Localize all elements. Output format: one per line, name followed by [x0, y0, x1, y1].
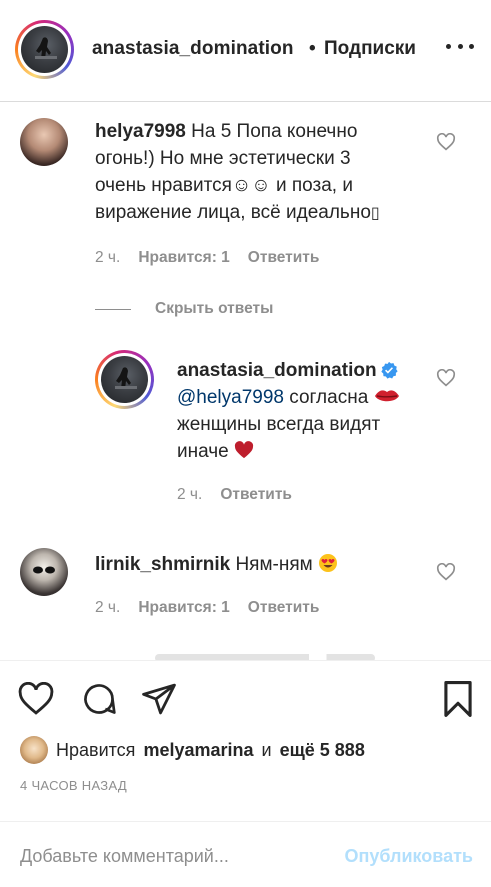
- follow-status-button[interactable]: Подписки: [324, 38, 416, 60]
- reply-line-4: иначе: [177, 438, 254, 465]
- like-heart-icon[interactable]: [18, 682, 54, 716]
- figure-silhouette-icon: [115, 367, 137, 389]
- author-username[interactable]: anastasia_domination: [92, 38, 294, 60]
- reply-meta: 2 ч. Ответить: [177, 486, 292, 504]
- like-comment-heart-icon[interactable]: [436, 133, 456, 151]
- liked-by-prefix: Нравится: [56, 739, 136, 760]
- save-bookmark-icon[interactable]: [440, 680, 476, 718]
- comment-line-1: helya7998 На 5 Попа конечно: [95, 118, 357, 145]
- comment-line-1: lirnik_shmirnik Ням-ням: [95, 551, 338, 578]
- liked-by-others[interactable]: ещё 5 888: [280, 740, 365, 761]
- author-avatar[interactable]: [15, 20, 74, 79]
- commenter-username[interactable]: helya7998: [95, 121, 186, 142]
- commenter-username[interactable]: lirnik_shmirnik: [95, 554, 230, 575]
- comment-likes[interactable]: Нравится: 1: [138, 599, 229, 617]
- comment-line-3: очень нравится☺☺ и поза, и: [95, 175, 353, 196]
- reply-text: согласна: [289, 387, 369, 408]
- share-send-icon[interactable]: [140, 682, 178, 716]
- reply-button[interactable]: Ответить: [248, 249, 320, 267]
- commenter-avatar[interactable]: [20, 118, 68, 166]
- comment-time: 2 ч.: [95, 599, 121, 616]
- reply-line-2: @helya7998 согласна: [177, 384, 400, 411]
- liked-by-user[interactable]: melyamarina: [143, 740, 253, 761]
- comment-line-2: огонь!) Но мне эстетически 3: [95, 148, 351, 169]
- hide-replies-toggle[interactable]: Скрыть ответы: [95, 300, 273, 318]
- like-comment-heart-icon[interactable]: [436, 563, 456, 581]
- author-photo: [21, 26, 68, 73]
- comment-line-4-text: виражение лица, всё идеально: [95, 202, 371, 223]
- post-header: anastasia_domination • Подписки: [0, 0, 491, 102]
- liked-by-conj: и: [261, 739, 272, 760]
- comment-meta: 2 ч. Нравится: 1 Ответить: [95, 599, 319, 617]
- publish-button[interactable]: Опубликовать: [344, 846, 473, 867]
- comment-input-area: Добавьте комментарий... Опубликовать: [0, 821, 491, 887]
- reply-username[interactable]: anastasia_domination: [177, 360, 377, 381]
- liked-by-summary[interactable]: Нравится melyamarina и ещё 5 888: [20, 736, 365, 764]
- more-options-icon[interactable]: [446, 44, 474, 54]
- figure-silhouette-icon: [35, 37, 57, 59]
- heart-eyes-emoji-icon: [318, 554, 337, 572]
- cut-off-view-replies: [155, 640, 375, 660]
- comment-line-4: виражение лица, всё идеально▯: [95, 199, 380, 227]
- header-separator: •: [309, 38, 316, 59]
- reply-line-4-text: иначе: [177, 441, 229, 462]
- comment-time: 2 ч.: [95, 249, 121, 266]
- like-reply-heart-icon[interactable]: [436, 369, 456, 387]
- lips-icon: [374, 390, 399, 402]
- verified-badge-icon: [380, 361, 398, 379]
- comment-bubble-icon[interactable]: [80, 681, 118, 717]
- divider-line: [95, 308, 131, 310]
- comment-likes[interactable]: Нравится: 1: [138, 249, 229, 267]
- liked-by-avatar: [20, 736, 48, 764]
- reply-author-avatar[interactable]: [95, 350, 154, 409]
- comment-meta: 2 ч. Нравится: 1 Ответить: [95, 249, 319, 267]
- reply-line-1: anastasia_domination: [177, 357, 398, 384]
- hide-replies-label: Скрыть ответы: [155, 300, 274, 317]
- sunglasses-icon: [33, 566, 55, 574]
- mention-link[interactable]: @helya7998: [177, 387, 284, 408]
- missing-glyph: ▯: [370, 205, 380, 222]
- reply-button[interactable]: Ответить: [248, 599, 320, 617]
- comment-text: Ням-ням: [235, 554, 313, 575]
- reply-reply-button[interactable]: Ответить: [220, 486, 292, 504]
- reply-time: 2 ч.: [177, 486, 203, 503]
- reply-line-3: женщины всегда видят: [177, 414, 381, 435]
- post-time-ago: 4 ЧАСОВ НАЗАД: [20, 778, 127, 793]
- reply-author-photo: [101, 356, 148, 403]
- comment-text: На 5 Попа конечно: [191, 121, 358, 142]
- comment-input[interactable]: Добавьте комментарий...: [20, 846, 229, 867]
- red-heart-icon: [234, 441, 254, 459]
- commenter-avatar[interactable]: [20, 548, 68, 596]
